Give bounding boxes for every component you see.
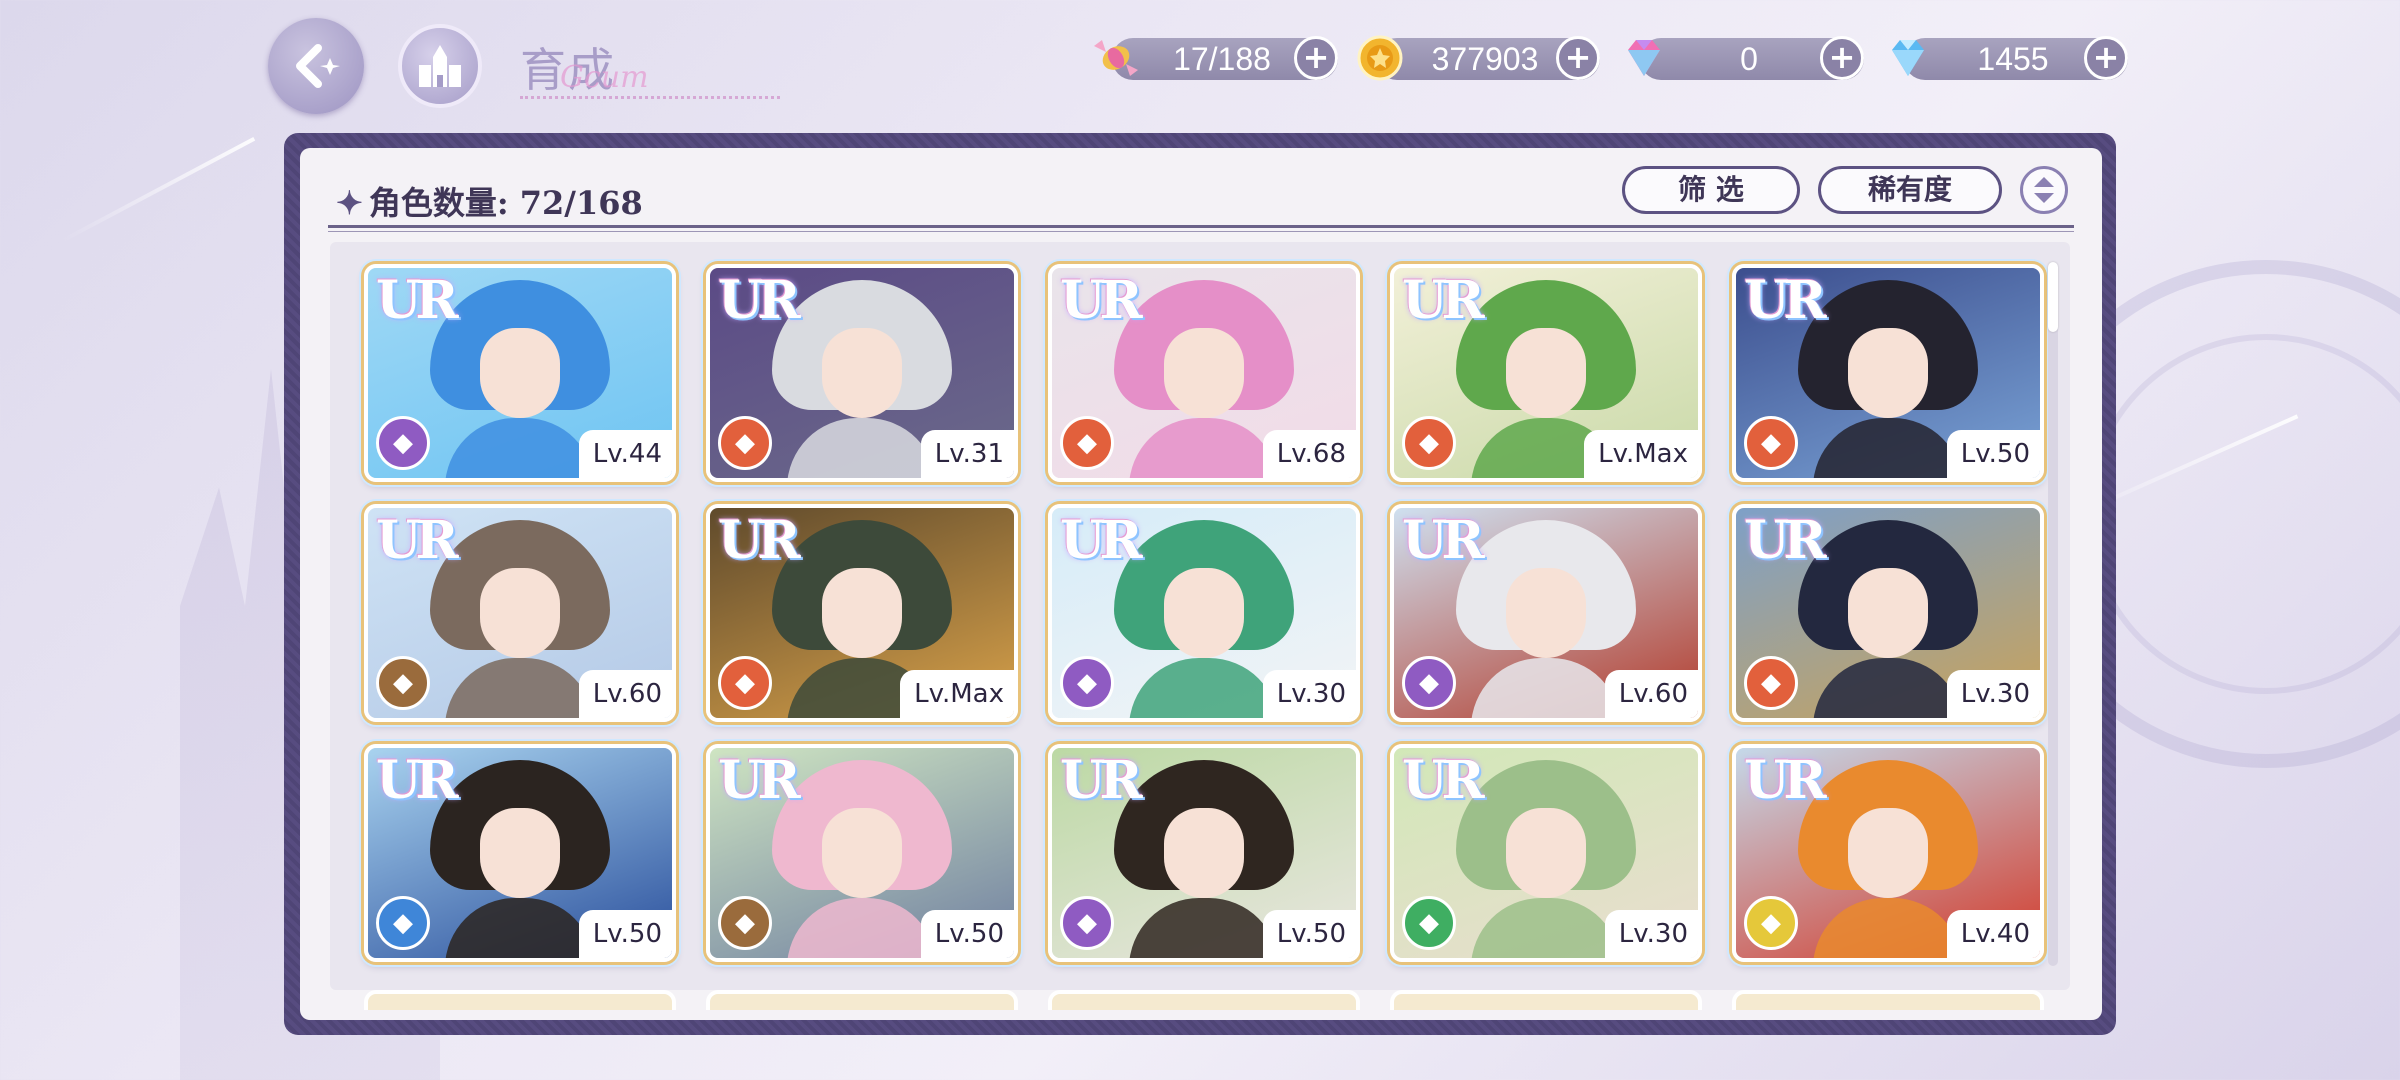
home-button[interactable] [398,24,482,108]
rarity-badge: UR [1744,270,1827,331]
role-icon: ◆ [376,656,430,710]
rarity-badge: UR [1060,510,1143,571]
role-icon: ◆ [376,416,430,470]
card-partial[interactable] [1732,990,2044,1010]
divider [328,231,2074,232]
character-card[interactable]: UR ◆ Lv.68 [1048,264,1360,482]
sparkle-icon: ✦ [336,184,363,222]
role-icon: ◆ [718,416,772,470]
grid-scrollbar[interactable] [2048,262,2058,966]
character-card[interactable]: UR ◆ Lv.30 [1390,744,1702,962]
back-arrow-icon [296,44,340,88]
level-label: Lv.60 [1604,670,1698,718]
level-label: Lv.40 [1946,910,2040,958]
role-icon: ◆ [376,896,430,950]
rarity-badge: UR [376,750,459,811]
character-card[interactable]: UR ◆ Lv.60 [1390,504,1702,722]
character-card[interactable]: UR ◆ Lv.44 [364,264,676,482]
rarity-badge: UR [376,510,459,571]
character-count: ✦ 角色数量: 72/168 [336,178,643,224]
add-gold-button[interactable]: + [1556,36,1600,80]
candy-count: 17/188 [1173,41,1271,77]
sort-order-button[interactable] [2020,166,2068,214]
card-partial[interactable] [1390,990,1702,1010]
level-label: Lv.Max [900,670,1014,718]
level-label: Lv.Max [1584,430,1698,478]
rarity-badge: UR [1744,510,1827,571]
card-partial[interactable] [1048,990,1360,1010]
role-icon: ◆ [1744,416,1798,470]
character-card[interactable]: UR ◆ Lv.30 [1048,504,1360,722]
level-label: Lv.60 [578,670,672,718]
add-candy-button[interactable]: + [1294,36,1338,80]
character-card[interactable]: UR ◆ Lv.50 [706,744,1018,962]
add-diamond-button[interactable]: + [2084,36,2128,80]
title-decoration [520,70,780,99]
rarity-badge: UR [376,270,459,331]
rarity-badge: UR [1060,750,1143,811]
character-card[interactable]: UR ◆ Lv.50 [364,744,676,962]
back-button[interactable] [268,18,364,114]
character-card[interactable]: UR ◆ Lv.31 [706,264,1018,482]
rarity-sort-button[interactable]: 稀有度 [1818,166,2002,214]
card-partial[interactable] [706,990,1018,1010]
diamond-count: 1455 [1977,41,2049,77]
level-label: Lv.30 [1946,670,2040,718]
role-icon: ◆ [1060,416,1114,470]
resource-diamond: 1455 + [1892,36,2128,80]
level-label: Lv.31 [920,430,1014,478]
level-label: Lv.50 [578,910,672,958]
level-label: Lv.50 [1946,430,2040,478]
role-icon: ◆ [1402,896,1456,950]
character-card[interactable]: UR ◆ Lv.Max [1390,264,1702,482]
character-count-text: 角色数量: 72/168 [368,184,643,222]
rarity-badge: UR [1060,270,1143,331]
candy-icon [1094,40,1138,76]
level-label: Lv.50 [1262,910,1356,958]
character-card[interactable]: UR ◆ Lv.50 [1732,264,2044,482]
level-label: Lv.44 [578,430,672,478]
castle-home-icon [419,45,461,87]
gold-count: 377903 [1431,41,1539,77]
resource-pink-gem: 0 + [1628,36,1864,80]
character-card[interactable]: UR ◆ Lv.60 [364,504,676,722]
level-label: Lv.68 [1262,430,1356,478]
level-label: Lv.30 [1262,670,1356,718]
role-icon: ◆ [1744,656,1798,710]
character-card[interactable]: UR ◆ Lv.40 [1732,744,2044,962]
rarity-badge: UR [718,270,801,331]
filter-button[interactable]: 筛 选 [1622,166,1800,214]
rarity-badge: UR [1402,750,1485,811]
role-icon: ◆ [1744,896,1798,950]
rarity-badge: UR [1402,510,1485,571]
character-card[interactable]: UR ◆ Lv.30 [1732,504,2044,722]
light-streak [59,136,256,244]
role-icon: ◆ [1060,896,1114,950]
level-label: Lv.50 [920,910,1014,958]
pink-gem-count: 0 [1740,41,1758,77]
card-partial[interactable] [364,990,676,1010]
scroll-thumb[interactable] [2048,262,2058,332]
rarity-badge: UR [1402,270,1485,331]
resource-candy: 17/188 + [1094,36,1338,80]
gold-coin-icon [1357,35,1403,81]
rarity-badge: UR [718,750,801,811]
rarity-badge: UR [1744,750,1827,811]
role-icon: ◆ [718,896,772,950]
divider [328,225,2074,228]
role-icon: ◆ [1060,656,1114,710]
resource-gold: 377903 + [1357,35,1600,81]
character-card[interactable]: UR ◆ Lv.50 [1048,744,1360,962]
blue-diamond-icon [1892,40,1924,76]
character-card[interactable]: UR ◆ Lv.Max [706,504,1018,722]
role-icon: ◆ [1402,656,1456,710]
role-icon: ◆ [1402,416,1456,470]
pink-gem-icon [1628,40,1660,76]
level-label: Lv.30 [1604,910,1698,958]
role-icon: ◆ [718,656,772,710]
rarity-badge: UR [718,510,801,571]
add-pink-gem-button[interactable]: + [1820,36,1864,80]
